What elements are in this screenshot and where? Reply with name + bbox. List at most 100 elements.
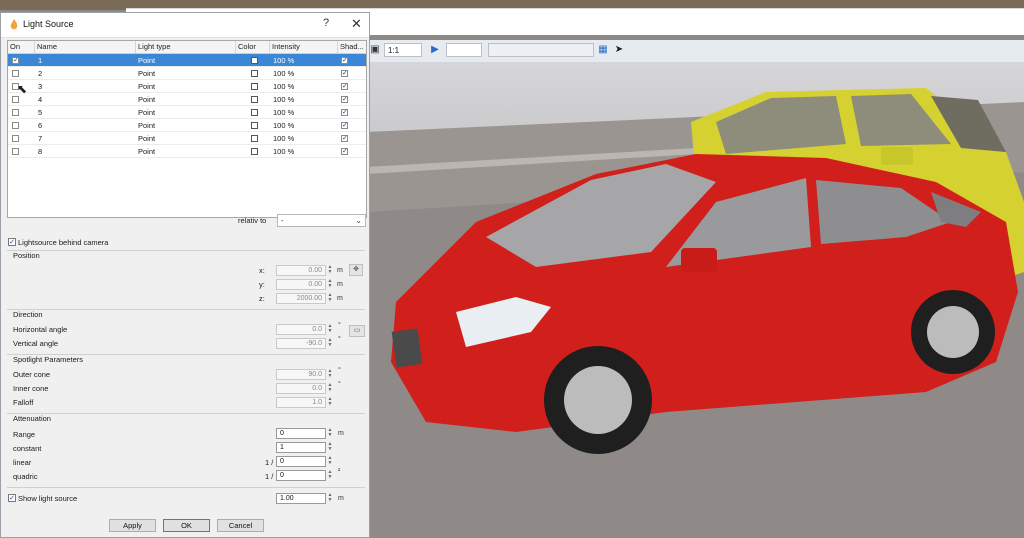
row-light-type: Point — [138, 95, 156, 104]
show-light-size-stepper[interactable]: ▲ ▼ — [327, 493, 333, 504]
row-name: 1 — [38, 56, 43, 65]
timeline-slider[interactable] — [488, 43, 594, 57]
chevron-down-icon: ⌄ — [355, 216, 362, 225]
table-row[interactable]: 6 Point 100 % ✓ — [8, 119, 366, 132]
3d-viewport[interactable] — [366, 62, 1024, 538]
position-z-stepper[interactable]: ▲ ▼ — [327, 293, 333, 304]
row-shadow-checkbox[interactable]: ✓ — [341, 122, 348, 129]
column-header-intensity[interactable]: Intensity — [270, 41, 338, 53]
position-y-unit: m — [337, 281, 343, 288]
direction-header: Direction — [13, 310, 43, 319]
row-name: 8 — [38, 147, 43, 156]
row-color-swatch[interactable] — [251, 135, 258, 142]
save-icon[interactable]: ▣ — [368, 43, 382, 57]
apply-button[interactable]: Apply — [109, 519, 156, 532]
play-icon[interactable]: ▶ — [428, 43, 442, 57]
table-row[interactable]: 4 Point 100 % ✓ — [8, 93, 366, 106]
row-on-checkbox[interactable]: ✓ — [12, 57, 19, 64]
constant-input[interactable]: 1 — [276, 442, 326, 453]
column-header-color[interactable]: Color — [236, 41, 270, 53]
relativ-to-dropdown[interactable]: - ⌄ — [277, 214, 366, 227]
row-color-swatch[interactable] — [251, 109, 258, 116]
linear-prefix: 1 / — [265, 458, 274, 467]
table-row[interactable]: 7 Point 100 % ✓ — [8, 132, 366, 145]
move-light-icon[interactable]: ✥ — [349, 264, 363, 276]
row-intensity: 100 % — [273, 82, 295, 91]
vertical-angle-stepper[interactable]: ▲ ▼ — [327, 338, 333, 349]
linear-stepper[interactable]: ▲ ▼ — [327, 456, 333, 467]
row-shadow-checkbox[interactable]: ✓ — [341, 109, 348, 116]
help-button[interactable]: ? — [323, 17, 329, 29]
table-row[interactable]: 2 Point 100 % ✓ — [8, 67, 366, 80]
show-light-label: Show light source — [18, 494, 78, 503]
column-header-light-type[interactable]: Light type — [136, 41, 236, 53]
horizontal-angle-stepper[interactable]: ▲ ▼ — [327, 324, 333, 335]
row-on-checkbox[interactable] — [12, 148, 19, 155]
vertical-angle-input[interactable]: -90.0 — [276, 338, 326, 349]
attenuation-header: Attenuation — [13, 414, 51, 423]
column-header-name[interactable]: Name — [35, 41, 136, 53]
table-row[interactable]: 8 Point 100 % ✓ — [8, 145, 366, 158]
row-color-swatch[interactable] — [251, 122, 258, 129]
constant-stepper[interactable]: ▲ ▼ — [327, 442, 333, 453]
column-header-shadow[interactable]: Shad... — [338, 41, 366, 53]
cancel-button[interactable]: Cancel — [217, 519, 264, 532]
falloff-stepper[interactable]: ▲ ▼ — [327, 397, 333, 408]
position-x-stepper[interactable]: ▲ ▼ — [327, 265, 333, 276]
dialog-titlebar[interactable]: Light Source ? ✕ — [1, 13, 369, 38]
table-row[interactable]: ✓ 1 Point 100 % ✓ — [8, 54, 366, 67]
row-on-checkbox[interactable] — [12, 70, 19, 77]
horizontal-angle-input[interactable]: 0.0 — [276, 324, 326, 335]
pointer-icon[interactable]: ➤ — [612, 43, 626, 57]
car-scene — [366, 88, 1024, 538]
position-y-input[interactable]: 0.00 — [276, 279, 326, 290]
grid-icon[interactable]: ▦ — [596, 43, 610, 57]
frame-spinbox[interactable] — [446, 43, 482, 57]
row-shadow-checkbox[interactable]: ✓ — [341, 96, 348, 103]
row-name: 3 — [38, 82, 43, 91]
position-header: Position — [13, 251, 40, 260]
row-on-checkbox[interactable] — [12, 96, 19, 103]
range-stepper[interactable]: ▲ ▼ — [327, 428, 333, 439]
row-color-swatch[interactable] — [251, 83, 258, 90]
position-z-input[interactable]: 2000.00 — [276, 293, 326, 304]
close-button[interactable]: ✕ — [351, 16, 362, 32]
row-on-checkbox[interactable] — [12, 122, 19, 129]
row-on-checkbox[interactable] — [12, 135, 19, 142]
zoom-select[interactable]: 1:1 — [384, 43, 422, 57]
table-row[interactable]: 3 Point 100 % ✓ — [8, 80, 366, 93]
row-on-checkbox[interactable] — [12, 109, 19, 116]
linear-value: 0 — [280, 458, 284, 465]
row-shadow-checkbox[interactable]: ✓ — [341, 83, 348, 90]
inner-cone-stepper[interactable]: ▲ ▼ — [327, 383, 333, 394]
behind-camera-checkbox[interactable]: ✓ — [8, 238, 16, 246]
inner-cone-input[interactable]: 0.0 — [276, 383, 326, 394]
row-color-swatch[interactable] — [251, 70, 258, 77]
vertical-angle-unit: ° — [338, 336, 341, 343]
falloff-input[interactable]: 1.0 — [276, 397, 326, 408]
direction-pick-icon[interactable]: ▭ — [349, 325, 365, 337]
falloff-label: Falloff — [13, 398, 34, 407]
outer-cone-input[interactable]: 90.0 — [276, 369, 326, 380]
row-shadow-checkbox[interactable]: ✓ — [341, 148, 348, 155]
divider — [7, 309, 365, 310]
row-shadow-checkbox[interactable]: ✓ — [341, 57, 348, 64]
row-color-swatch[interactable] — [251, 96, 258, 103]
range-input[interactable]: 0 — [276, 428, 326, 439]
show-light-size-input[interactable]: 1.00 — [276, 493, 326, 504]
quadric-stepper[interactable]: ▲ ▼ — [327, 470, 333, 481]
position-x-input[interactable]: 0.00 — [276, 265, 326, 276]
row-shadow-checkbox[interactable]: ✓ — [341, 135, 348, 142]
position-y-stepper[interactable]: ▲ ▼ — [327, 279, 333, 290]
quadric-input[interactable]: 0 — [276, 470, 326, 481]
outer-cone-stepper[interactable]: ▲ ▼ — [327, 369, 333, 380]
row-color-swatch[interactable] — [251, 57, 258, 64]
ok-button[interactable]: OK — [163, 519, 210, 532]
row-color-swatch[interactable] — [251, 148, 258, 155]
column-header-on[interactable]: On — [8, 41, 35, 53]
behind-camera-label: Lightsource behind camera — [18, 238, 109, 247]
linear-input[interactable]: 0 — [276, 456, 326, 467]
row-shadow-checkbox[interactable]: ✓ — [341, 70, 348, 77]
table-row[interactable]: 5 Point 100 % ✓ — [8, 106, 366, 119]
show-light-checkbox[interactable]: ✓ — [8, 494, 16, 502]
